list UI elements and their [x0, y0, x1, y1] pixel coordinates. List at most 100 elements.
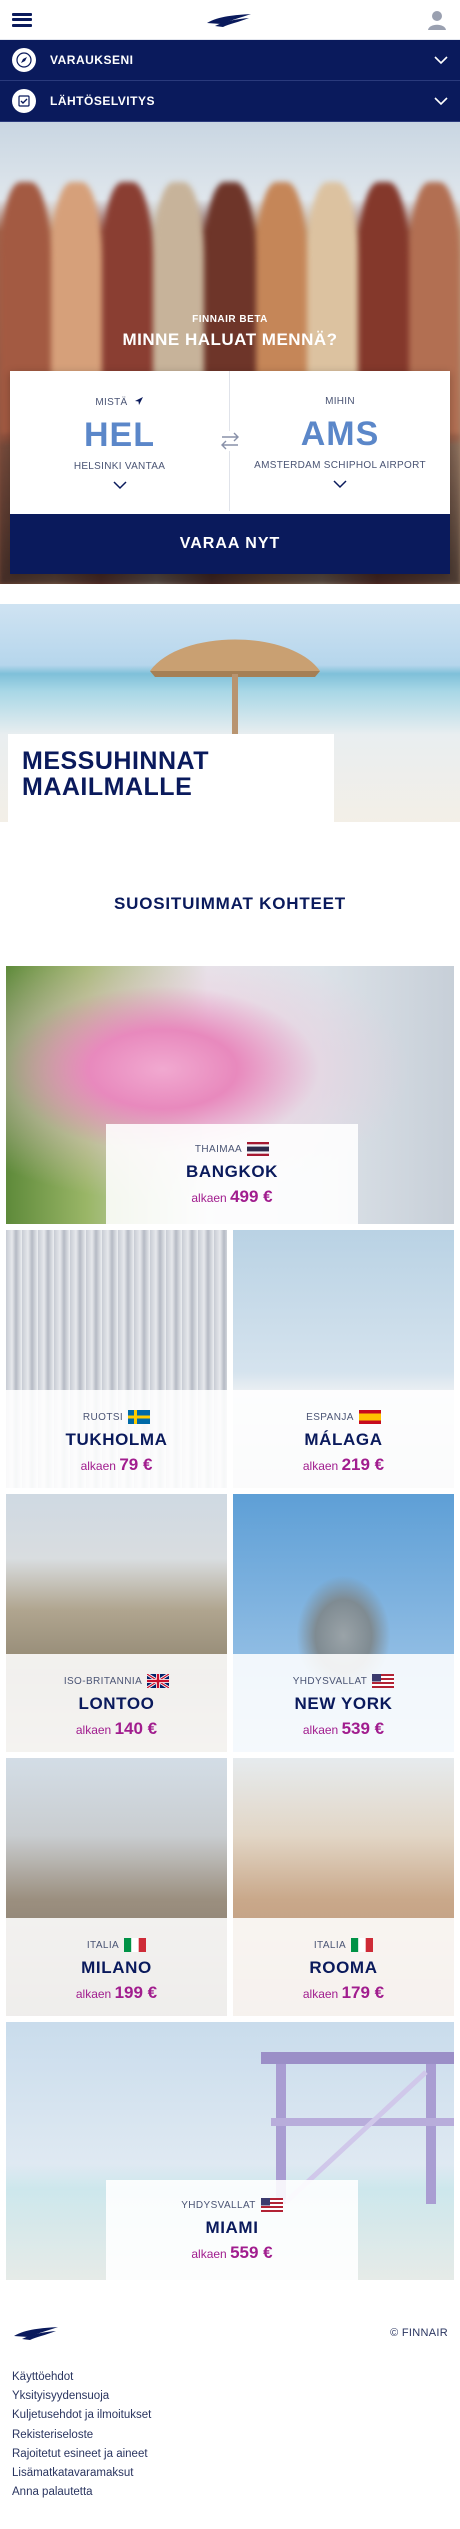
chevron-down-icon	[434, 56, 448, 65]
spain-flag-icon	[358, 1410, 381, 1424]
destination-row: RUOTSI TUKHOLMA alkaen 79 € ESPANJA MÁLA…	[6, 1230, 454, 1488]
destination-price: 79 €	[119, 1455, 153, 1474]
destination-price-line: alkaen 499 €	[191, 1187, 273, 1206]
checkin-icon	[12, 89, 36, 113]
destination-card-new-york[interactable]: YHDYSVALLAT NEW YORK alkaen 539 €	[233, 1494, 454, 1752]
thailand-flag-icon	[247, 1142, 270, 1156]
finnair-logo[interactable]	[205, 12, 253, 28]
destination-info: ISO-BRITANNIA LONTOO alkaen 140 €	[6, 1654, 227, 1752]
destination-price: 559 €	[230, 2243, 273, 2262]
usa-flag-icon	[372, 1674, 395, 1688]
destination-price: 539 €	[341, 1719, 385, 1738]
promo-title-line2: MAAILMALLE	[22, 773, 193, 802]
hamburger-menu-icon[interactable]	[12, 12, 32, 27]
destination-country: YHDYSVALLAT	[106, 2198, 358, 2212]
page: VARAUKSENI LÄHTÖSELVITYS FINNAIR BETA MI…	[0, 0, 460, 2529]
chevron-down-icon	[112, 481, 127, 490]
destination-card-bangkok[interactable]: THAIMAA BANGKOK alkaen 499 €	[6, 966, 454, 1224]
destination-selector[interactable]: MIHIN AMS AMSTERDAM SCHIPHOL AIRPORT	[230, 371, 450, 511]
origin-code: HEL	[84, 416, 155, 454]
destination-info: YHDYSVALLAT MIAMI alkaen 559 €	[106, 2180, 358, 2280]
destination-price: 179 €	[341, 1983, 385, 2002]
footer-link-feedback[interactable]: Anna palautetta	[12, 2483, 448, 2502]
booking-card: MISTÄ HEL HELSINKI VANTAA MIHIN AMS AMST…	[10, 371, 450, 574]
chevron-down-icon	[434, 97, 448, 106]
book-now-button[interactable]: VARAA NYT	[10, 514, 450, 574]
destination-country: YHDYSVALLAT	[233, 1674, 454, 1688]
destination-city: MIAMI	[205, 2218, 259, 2237]
destination-price-line: alkaen 219 €	[302, 1455, 385, 1474]
destination-info: THAIMAA BANGKOK alkaen 499 €	[106, 1124, 358, 1224]
destination-city: LONTOO	[78, 1694, 155, 1713]
destination-price: 140 €	[114, 1719, 158, 1738]
destination-country: ESPANJA	[233, 1410, 454, 1424]
footer-link-baggage-fees[interactable]: Lisämatkatavaramaksut	[12, 2464, 448, 2483]
destination-price: 499 €	[230, 1187, 273, 1206]
accordion-check-in[interactable]: LÄHTÖSELVITYS	[0, 81, 460, 122]
promo-title-line1: MESSUHINNAT	[22, 747, 209, 775]
destination-price-line: alkaen 199 €	[75, 1983, 158, 2002]
footer-link-terms[interactable]: Käyttöehdot	[12, 2368, 448, 2387]
destination-country: ITALIA	[6, 1938, 227, 1952]
destination-price-line: alkaen 539 €	[302, 1719, 385, 1738]
accordion-label: VARAUKSENI	[50, 53, 134, 67]
destination-row: ISO-BRITANNIA LONTOO alkaen 140 € YHDYSV…	[6, 1494, 454, 1752]
origin-label: MISTÄ	[10, 396, 229, 408]
destination-card-miami[interactable]: YHDYSVALLAT MIAMI alkaen 559 €	[6, 2022, 454, 2280]
destination-row: ITALIA MILANO alkaen 199 € ITALIA ROOMA …	[6, 1758, 454, 2016]
destination-info: ITALIA ROOMA alkaen 179 €	[233, 1918, 454, 2016]
destination-code: AMS	[300, 415, 380, 453]
destination-card-rooma[interactable]: ITALIA ROOMA alkaen 179 €	[233, 1758, 454, 2016]
destination-card-tukholma[interactable]: RUOTSI TUKHOLMA alkaen 79 €	[6, 1230, 227, 1488]
italy-flag-icon	[351, 1938, 374, 1952]
promo-title-box: MESSUHINNAT MAAILMALLE	[8, 734, 334, 822]
promo-banner[interactable]: MESSUHINNAT MAAILMALLE	[0, 604, 460, 822]
finnair-logo[interactable]	[12, 2325, 60, 2341]
destination-city: MÁLAGA	[304, 1430, 383, 1449]
footer-links: Käyttöehdot Yksityisyydensuoja Kuljetuse…	[12, 2368, 448, 2502]
italy-flag-icon	[124, 1938, 147, 1952]
destination-city: MILANO	[81, 1958, 152, 1977]
copyright: © FINNAIR	[390, 2327, 448, 2339]
destination-label: MIHIN	[325, 396, 355, 407]
top-bar	[0, 0, 460, 40]
destination-airport: AMSTERDAM SCHIPHOL AIRPORT	[254, 460, 426, 471]
footer-link-privacy[interactable]: Yksityisyydensuoja	[12, 2387, 448, 2406]
origin-airport: HELSINKI VANTAA	[73, 461, 166, 472]
hero-kicker: FINNAIR BETA	[192, 314, 268, 325]
location-arrow-icon	[134, 397, 143, 405]
origin-selector[interactable]: MISTÄ HEL HELSINKI VANTAA	[10, 371, 230, 511]
destination-info: ESPANJA MÁLAGA alkaen 219 €	[233, 1390, 454, 1488]
destination-price: 219 €	[341, 1455, 385, 1474]
section-title: SUOSITUIMMAT KOHTEET	[114, 894, 346, 913]
destination-price-line: alkaen 140 €	[75, 1719, 158, 1738]
footer-link-conditions[interactable]: Kuljetusehdot ja ilmoitukset	[12, 2406, 448, 2425]
destination-country: RUOTSI	[6, 1410, 227, 1424]
accordion-my-bookings[interactable]: VARAUKSENI	[0, 40, 460, 81]
uk-flag-icon	[147, 1674, 170, 1688]
footer-link-restricted-items[interactable]: Rajoitetut esineet ja aineet	[12, 2445, 448, 2464]
beach-umbrella-image	[150, 639, 320, 677]
destination-info: ITALIA MILANO alkaen 199 €	[6, 1918, 227, 2016]
destination-card-milano[interactable]: ITALIA MILANO alkaen 199 €	[6, 1758, 227, 2016]
chevron-down-icon	[333, 480, 347, 489]
destination-price-line: alkaen 79 €	[80, 1455, 153, 1474]
user-icon[interactable]	[426, 9, 448, 31]
hero-title: MINNE HALUAT MENNÄ?	[122, 330, 338, 349]
destination-card-lontoo[interactable]: ISO-BRITANNIA LONTOO alkaen 140 €	[6, 1494, 227, 1752]
destination-price-line: alkaen 559 €	[191, 2243, 273, 2262]
destination-price: 199 €	[114, 1983, 158, 2002]
footer: © FINNAIR Käyttöehdot Yksityisyydensuoja…	[0, 2318, 460, 2502]
footer-link-register[interactable]: Rekisteriseloste	[12, 2426, 448, 2445]
destination-city: BANGKOK	[185, 1162, 279, 1181]
destinations-grid: THAIMAA BANGKOK alkaen 499 € RUOTSI TUKH…	[0, 966, 460, 2280]
footer-top: © FINNAIR	[12, 2318, 448, 2348]
destination-info: YHDYSVALLAT NEW YORK alkaen 539 €	[233, 1654, 454, 1752]
hero-section: FINNAIR BETA MINNE HALUAT MENNÄ? MISTÄ H…	[0, 122, 460, 584]
accordion-label: LÄHTÖSELVITYS	[50, 94, 155, 108]
compass-icon	[12, 48, 36, 72]
usa-flag-icon	[260, 2198, 283, 2212]
destination-card-malaga[interactable]: ESPANJA MÁLAGA alkaen 219 €	[233, 1230, 454, 1488]
destination-city: TUKHOLMA	[65, 1430, 168, 1449]
destination-country: ITALIA	[233, 1938, 454, 1952]
